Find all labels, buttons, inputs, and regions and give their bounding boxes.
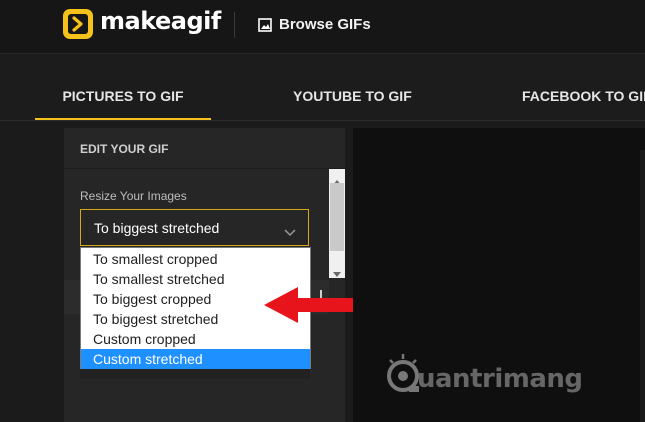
- panel-title: EDIT YOUR GIF: [80, 142, 169, 156]
- image-icon[interactable]: [258, 18, 272, 37]
- browse-gifs-link[interactable]: Browse GIFs: [279, 16, 371, 33]
- red-arrow-icon: [262, 285, 364, 330]
- logo-text[interactable]: makeagif: [100, 7, 221, 35]
- scroll-thumb[interactable]: [330, 183, 344, 251]
- tab-youtube-to-gif[interactable]: YOUTUBE TO GIF: [293, 54, 412, 118]
- top-bar: makeagif Browse GIFs: [0, 0, 645, 54]
- tab-bar: PICTURES TO GIF YOUTUBE TO GIF FACEBOOK …: [0, 54, 645, 121]
- tab-pictures-to-gif[interactable]: PICTURES TO GIF: [35, 54, 211, 120]
- option-custom-stretched[interactable]: Custom stretched: [81, 349, 310, 369]
- panel-scrollbar[interactable]: [329, 169, 345, 278]
- resize-label: Resize Your Images: [80, 189, 187, 203]
- tab-facebook-to-gif[interactable]: FACEBOOK TO GIF: [522, 54, 645, 118]
- option-to-smallest-cropped[interactable]: To smallest cropped: [81, 249, 310, 269]
- preview-edge: [640, 150, 645, 422]
- resize-select[interactable]: To biggest stretched: [80, 209, 309, 246]
- lightbulb-icon: [386, 352, 420, 403]
- header-divider: [234, 12, 235, 38]
- resize-select-value: To biggest stretched: [94, 220, 220, 236]
- panel-divider: [64, 168, 345, 169]
- logo-icon[interactable]: [63, 9, 93, 39]
- option-custom-cropped[interactable]: Custom cropped: [81, 329, 310, 349]
- watermark-text: uantrimang: [417, 364, 583, 394]
- scroll-down-icon[interactable]: [333, 265, 341, 283]
- chevron-down-icon: [284, 224, 296, 242]
